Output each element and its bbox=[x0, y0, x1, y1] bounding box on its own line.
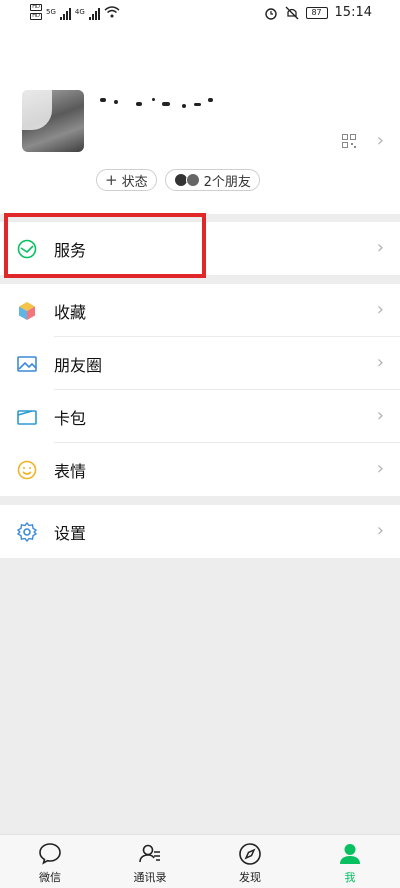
status-chip[interactable]: + 状态 bbox=[96, 169, 157, 191]
moments-picture-icon bbox=[16, 353, 38, 375]
menu-item-cards-label: 卡包 bbox=[54, 408, 87, 428]
gear-icon bbox=[16, 521, 38, 543]
smiley-icon bbox=[16, 459, 38, 481]
sim1-badge: HD bbox=[30, 4, 42, 11]
signal-icon bbox=[59, 8, 71, 20]
settings-section: 设置 › bbox=[0, 505, 400, 558]
person-icon bbox=[337, 841, 363, 867]
plus-icon: + bbox=[105, 171, 118, 189]
tab-contacts[interactable]: 通讯录 bbox=[100, 835, 200, 888]
network-type-1: 5G bbox=[46, 8, 56, 16]
tab-chats[interactable]: 微信 bbox=[0, 835, 100, 888]
tab-contacts-label: 通讯录 bbox=[133, 871, 167, 884]
wifi-icon bbox=[104, 6, 120, 18]
highlight-box bbox=[4, 213, 206, 278]
menu-item-cards[interactable]: 卡包 › bbox=[0, 390, 400, 443]
tab-bar: 微信 通讯录 发现 我 bbox=[0, 834, 400, 888]
avatar[interactable] bbox=[22, 90, 84, 152]
menu-item-stickers-label: 表情 bbox=[54, 461, 87, 481]
tab-me-label: 我 bbox=[344, 871, 356, 884]
signal-icon bbox=[88, 8, 100, 20]
menu-item-stickers[interactable]: 表情 › bbox=[0, 443, 400, 496]
chevron-right-icon: › bbox=[376, 458, 384, 479]
network-type-2: 4G bbox=[74, 8, 85, 16]
favorites-cube-icon bbox=[16, 300, 38, 322]
tab-chats-label: 微信 bbox=[39, 871, 61, 884]
menu-item-favorites[interactable]: 收藏 › bbox=[0, 284, 400, 337]
qr-code-icon[interactable] bbox=[342, 134, 356, 148]
friends-chip[interactable]: 2个朋友 bbox=[164, 169, 260, 191]
alarm-icon bbox=[264, 7, 277, 20]
nickname-redacted bbox=[92, 90, 232, 120]
sim2-badge: HD bbox=[30, 13, 42, 20]
tab-discover-label: 发现 bbox=[239, 871, 261, 884]
menu-item-moments-label: 朋友圈 bbox=[54, 355, 103, 375]
mute-bell-icon bbox=[285, 6, 298, 19]
contacts-icon bbox=[137, 841, 163, 867]
tab-me[interactable]: 我 bbox=[300, 835, 400, 888]
clock: 15:14 bbox=[334, 5, 372, 20]
friend-avatar bbox=[185, 173, 200, 187]
chevron-right-icon: › bbox=[376, 352, 384, 373]
chevron-right-icon[interactable]: › bbox=[377, 130, 384, 151]
compass-icon bbox=[237, 841, 263, 867]
menu-item-favorites-label: 收藏 bbox=[54, 302, 87, 322]
status-chip-label: 状态 bbox=[121, 174, 148, 190]
battery-icon: 87 bbox=[305, 6, 328, 19]
chevron-right-icon: › bbox=[376, 405, 384, 426]
friends-chip-label: 2个朋友 bbox=[203, 174, 251, 190]
profile-header[interactable]: › + 状态 2个朋友 bbox=[0, 28, 400, 214]
menu-item-settings-label: 设置 bbox=[54, 523, 87, 543]
chevron-right-icon: › bbox=[376, 237, 384, 258]
wallet-card-icon bbox=[16, 406, 38, 428]
chat-bubble-icon bbox=[37, 841, 63, 867]
chevron-right-icon: › bbox=[376, 520, 384, 541]
menu-item-settings[interactable]: 设置 › bbox=[0, 505, 400, 558]
tab-discover[interactable]: 发现 bbox=[200, 835, 300, 888]
status-bar: HD HD 5G 4G 87 15:14 bbox=[0, 0, 400, 28]
collections-section: 收藏 › 朋友圈 › 卡包 › 表情 › bbox=[0, 284, 400, 496]
chevron-right-icon: › bbox=[376, 299, 384, 320]
menu-item-moments[interactable]: 朋友圈 › bbox=[0, 337, 400, 390]
